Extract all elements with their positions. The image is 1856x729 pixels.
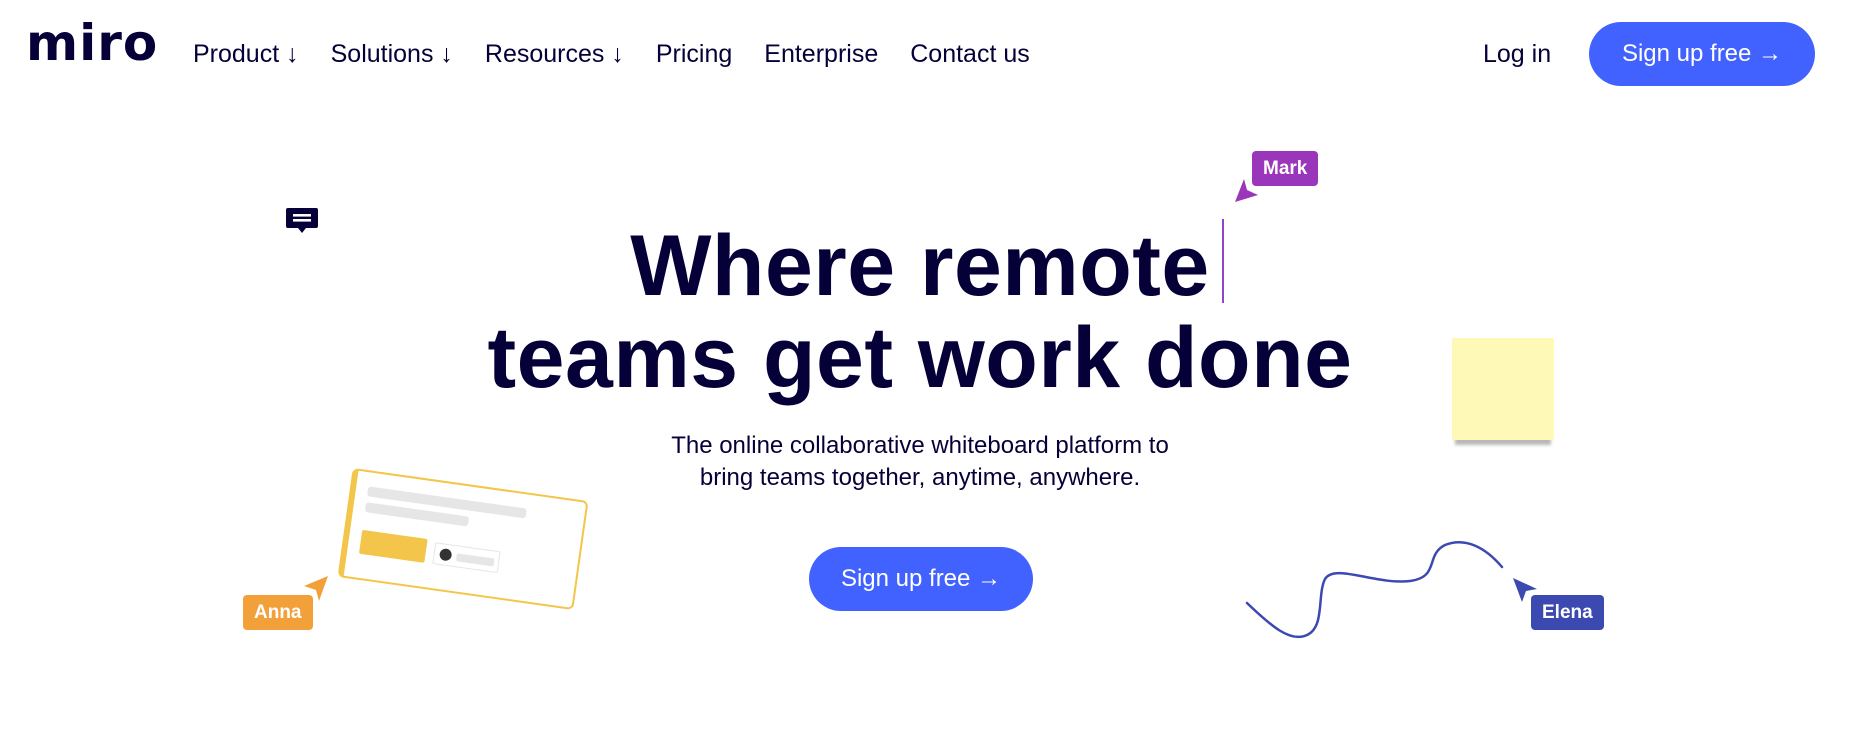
nav-solutions[interactable]: Solutions ↓	[331, 36, 453, 72]
freehand-line	[1245, 540, 1504, 638]
main-nav: Product ↓ Solutions ↓ Resources ↓ Pricin…	[193, 36, 1062, 72]
nav-enterprise[interactable]: Enterprise	[764, 36, 878, 72]
cursor-label-elena: Elena	[1531, 595, 1604, 630]
hero-title: Where remote teams get work done	[0, 220, 1840, 404]
card-tag	[358, 529, 428, 563]
login-link[interactable]: Log in	[1483, 36, 1551, 72]
header-signup-button[interactable]: Sign up free →	[1589, 22, 1815, 86]
nav-product[interactable]: Product ↓	[193, 36, 299, 72]
card-assignee	[432, 542, 501, 574]
nav-pricing[interactable]: Pricing	[656, 36, 732, 72]
card-line	[455, 553, 495, 567]
hero-subtitle-line: The online collaborative whiteboard plat…	[671, 432, 1169, 459]
cursor-label-mark: Mark	[1252, 151, 1319, 186]
nav-contact-us[interactable]: Contact us	[910, 36, 1030, 72]
page: miro Product ↓ Solutions ↓ Resources ↓ P…	[0, 0, 1856, 729]
miro-logo[interactable]: miro	[26, 18, 158, 68]
hero-subtitle-line: bring teams together, anytime, anywhere.	[699, 464, 1141, 491]
hero-title-line: Where remote	[630, 218, 1210, 314]
nav-resources[interactable]: Resources ↓	[485, 36, 624, 72]
hero-subtitle: The online collaborative whiteboard plat…	[0, 430, 1840, 494]
hero-signup-button[interactable]: Sign up free →	[809, 547, 1033, 611]
avatar	[438, 547, 453, 562]
hero-title-line: teams get work done	[487, 310, 1353, 406]
cursor-label-anna: Anna	[243, 595, 313, 630]
